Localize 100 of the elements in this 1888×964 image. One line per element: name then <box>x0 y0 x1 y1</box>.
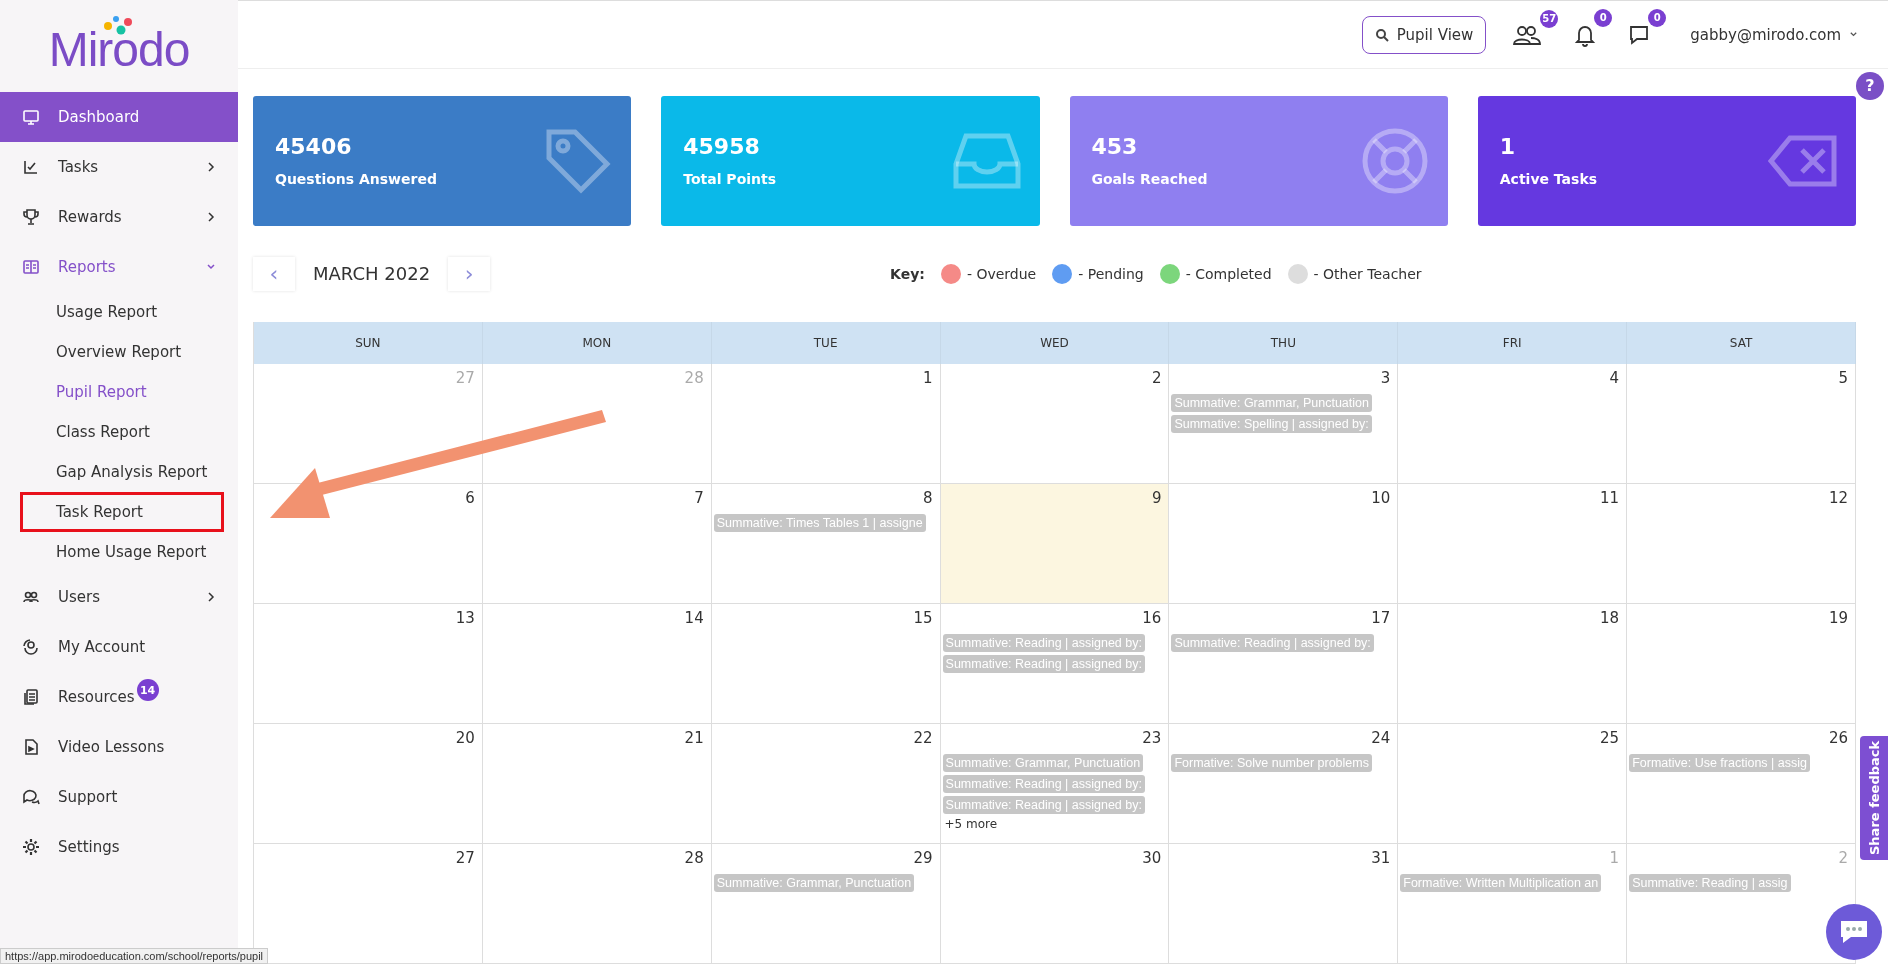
pupil-view-button[interactable]: Pupil View <box>1361 15 1487 54</box>
sidebar-item[interactable]: Users <box>0 572 238 622</box>
day-cell[interactable]: 10 <box>1169 484 1399 604</box>
day-cell[interactable]: 15 <box>711 604 941 724</box>
sidebar-item[interactable]: Video Lessons <box>0 722 238 772</box>
legend-label: - Overdue <box>966 265 1037 282</box>
day-cell[interactable]: 22 <box>711 724 941 844</box>
gear-icon <box>22 838 40 856</box>
day-cell[interactable]: 20 <box>254 724 483 844</box>
trophy-icon <box>22 208 40 226</box>
day-cell[interactable]: 4 <box>1398 364 1628 484</box>
sidebar-subitem[interactable]: Class Report <box>0 412 238 452</box>
day-cell[interactable]: 30 <box>940 844 1170 964</box>
month-title: MARCH 2022 <box>313 263 431 285</box>
day-cell[interactable]: 13 <box>254 604 483 724</box>
count-badge: 0 <box>1648 8 1667 27</box>
day-number: 19 <box>1827 608 1849 629</box>
day-number: 31 <box>1370 848 1392 869</box>
count-badge: 0 <box>1594 8 1613 27</box>
day-cell[interactable]: 18 <box>1398 604 1628 724</box>
sidebar-item[interactable]: Rewards <box>0 192 238 242</box>
sidebar-item[interactable]: My Account <box>0 622 238 672</box>
day-number: 26 <box>1827 728 1849 749</box>
weekday-header: TUE <box>711 322 941 364</box>
day-number: 17 <box>1370 608 1392 629</box>
legend-label: - Completed <box>1185 265 1272 282</box>
chevron-right-icon <box>206 162 216 172</box>
sidebar-item[interactable]: Support <box>0 772 238 822</box>
video-file-icon <box>22 738 40 756</box>
day-number: 27 <box>454 368 476 389</box>
feedback-tab[interactable]: Share feedback <box>1860 736 1888 860</box>
day-number: 1 <box>922 368 934 389</box>
day-cell[interactable]: 11 <box>1398 484 1628 604</box>
day-number: 4 <box>1608 368 1621 389</box>
sidebar-subitem[interactable]: Overview Report <box>0 332 238 372</box>
status-url: https://app.mirodoeducation.com/school/reports/pupil <box>0 948 269 964</box>
help-button[interactable]: ? <box>1856 71 1884 100</box>
day-cell[interactable]: 24 Formative: Solve number problems <box>1169 724 1399 844</box>
day-number: 27 <box>454 848 476 869</box>
chevron-right-icon <box>206 212 216 222</box>
day-number: 28 <box>683 368 705 389</box>
weekday-header: SUN <box>254 322 483 364</box>
more-link[interactable]: +5 more <box>942 817 998 831</box>
count-badge: 14 <box>136 679 159 701</box>
stat-value: 45406 <box>275 134 353 160</box>
day-cell[interactable]: 9 <box>940 484 1170 604</box>
legend-label: - Pending <box>1078 265 1144 282</box>
stat-value: 1 <box>1499 134 1517 160</box>
day-cell[interactable]: 12 <box>1627 484 1856 604</box>
day-cell[interactable]: 14 <box>482 604 712 724</box>
key-label: Key: <box>890 265 925 282</box>
day-cell[interactable]: 5 <box>1627 364 1856 484</box>
day-number: 29 <box>912 848 934 869</box>
day-cell[interactable]: 31 <box>1169 844 1399 964</box>
sidebar-item[interactable]: Dashboard <box>0 92 238 142</box>
sidebar-subitem[interactable]: Home Usage Report <box>0 532 238 572</box>
day-number: 9 <box>1150 488 1163 509</box>
logo: Mirodo <box>0 0 238 92</box>
user-menu[interactable]: gabby@mirodo.com <box>1684 24 1864 45</box>
day-number: 8 <box>922 488 934 509</box>
day-cell[interactable]: 28 <box>482 844 712 964</box>
sidebar-subitem[interactable]: Gap Analysis Report <box>0 452 238 492</box>
sidebar-item[interactable]: Tasks <box>0 142 238 192</box>
day-number: 1 <box>1608 848 1621 869</box>
day-number: 5 <box>1837 368 1849 389</box>
day-cell[interactable]: 23 Summative: Grammar, Punctuation Summative: Reading | assigned by: Summative: Reading | assigned by: +5 more <box>940 724 1170 844</box>
stat-label: Total Points <box>683 171 777 188</box>
sidebar-subitem[interactable]: Usage Report <box>0 292 238 332</box>
checklist-icon <box>22 158 40 176</box>
weekday-header: FRI <box>1398 322 1628 364</box>
day-number: 11 <box>1599 488 1621 509</box>
chevron-down-icon <box>206 262 216 272</box>
day-cell[interactable]: 21 <box>482 724 712 844</box>
sidebar-item[interactable]: Reports <box>0 242 238 292</box>
sidebar-subitem[interactable]: Pupil Report <box>0 372 238 412</box>
day-cell[interactable]: 1 <box>711 364 941 484</box>
chevron-right-icon <box>206 592 216 602</box>
day-cell[interactable]: 17 Summative: Reading | assigned by: <box>1169 604 1399 724</box>
sidebar-subitem[interactable]: Task Report <box>20 492 224 532</box>
day-cell[interactable]: 29 Summative: Grammar, Punctuation <box>711 844 941 964</box>
day-cell[interactable]: 8 Summative: Times Tables 1 | assigne <box>711 484 941 604</box>
day-cell[interactable]: 7 <box>482 484 712 604</box>
person-icon <box>22 638 40 656</box>
stat-label: Active Tasks <box>1499 171 1598 188</box>
day-cell[interactable]: 25 <box>1398 724 1628 844</box>
day-cell[interactable]: 19 <box>1627 604 1856 724</box>
day-number: 20 <box>454 728 476 749</box>
weekday-header: SAT <box>1627 322 1856 364</box>
day-number: 18 <box>1599 608 1621 629</box>
weekday-header: MON <box>482 322 712 364</box>
day-number: 3 <box>1379 368 1392 389</box>
day-number: 23 <box>1141 728 1163 749</box>
day-number: 13 <box>454 608 476 629</box>
stat-value: 45958 <box>683 134 761 160</box>
chat-button[interactable] <box>1826 904 1882 960</box>
sidebar-item[interactable]: Settings <box>0 822 238 872</box>
day-number: 2 <box>1150 368 1163 389</box>
day-cell[interactable]: 26 Formative: Use fractions | assig <box>1627 724 1856 844</box>
weekday-header: WED <box>940 322 1170 364</box>
sidebar-item[interactable]: Resources 14 <box>0 672 238 722</box>
